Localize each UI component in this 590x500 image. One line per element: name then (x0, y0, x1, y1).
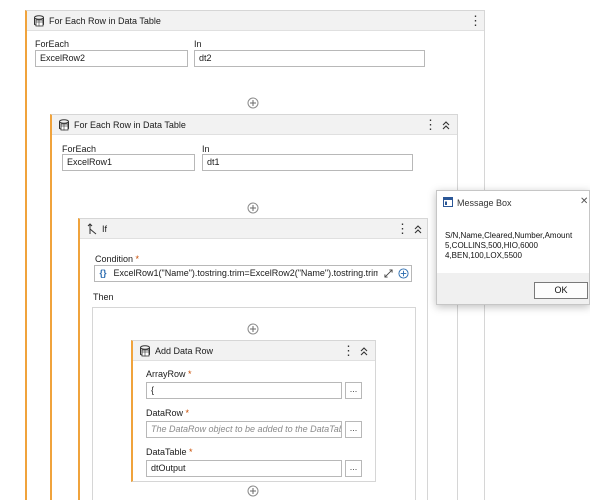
message-line: S/N,Name,Cleared,Number,Amount (445, 231, 573, 240)
add-activity-plus-icon[interactable] (247, 323, 259, 335)
collapse-chevron-icon[interactable] (440, 118, 452, 132)
add-data-row-header[interactable]: Add Data Row ⋮ (133, 341, 375, 361)
message-line: 4,BEN,100,LOX,5500 (445, 251, 522, 260)
outer-in-label: In (194, 39, 202, 49)
message-box-body: S/N,Name,Cleared,Number,Amount 5,COLLINS… (437, 213, 589, 273)
condition-expression-text: ExcelRow1("Name").tostring.trim=ExcelRow… (113, 268, 378, 278)
arrayrow-browse-button[interactable]: ... (345, 382, 362, 399)
outer-foreach-title: For Each Row in Data Table (49, 16, 161, 26)
app-window-icon (443, 197, 453, 207)
collapse-chevron-icon[interactable] (358, 344, 370, 358)
datatable-label: DataTable * (146, 447, 193, 457)
arrayrow-label: ArrayRow * (146, 369, 192, 379)
if-header[interactable]: If ⋮ (80, 219, 427, 239)
message-box-footer: OK (437, 273, 589, 304)
expression-braces-icon: {} (99, 268, 107, 278)
inner-kebab-menu-icon[interactable]: ⋮ (424, 118, 437, 132)
datarow-label: DataRow * (146, 408, 190, 418)
if-title: If (102, 224, 108, 234)
data-table-icon (34, 15, 44, 27)
outer-foreach-header[interactable]: For Each Row in Data Table ⋮ (27, 11, 484, 31)
if-kebab-menu-icon[interactable]: ⋮ (396, 222, 409, 236)
close-icon[interactable]: ✕ (580, 196, 588, 207)
add-data-row-activity[interactable]: Add Data Row ⋮ ArrayRow * { ... DataRow … (131, 340, 376, 482)
add-data-row-kebab-menu-icon[interactable]: ⋮ (342, 344, 355, 358)
inner-foreach-title: For Each Row in Data Table (74, 120, 186, 130)
message-box-dialog[interactable]: Message Box ✕ S/N,Name,Cleared,Number,Am… (436, 190, 590, 305)
inner-foreach-header[interactable]: For Each Row in Data Table ⋮ (52, 115, 457, 135)
outer-foreach-label: ForEach (35, 39, 70, 49)
datarow-browse-button[interactable]: ... (345, 421, 362, 438)
datarow-field[interactable]: The DataRow object to be added to the Da… (146, 421, 342, 438)
outer-in-field[interactable]: dt2 (194, 50, 425, 67)
outer-foreach-field[interactable]: ExcelRow2 (35, 50, 188, 67)
condition-label: Condition * (95, 254, 140, 264)
collapse-chevron-icon[interactable] (412, 222, 424, 236)
message-box-titlebar[interactable]: Message Box ✕ (437, 191, 589, 213)
expand-editor-icon[interactable] (384, 269, 393, 278)
datatable-field[interactable]: dtOutput (146, 460, 342, 477)
then-label: Then (93, 292, 114, 302)
add-argument-plus-icon[interactable] (398, 268, 409, 279)
ok-button[interactable]: OK (534, 282, 588, 299)
message-line: 5,COLLINS,500,HIO,6000 (445, 241, 538, 250)
datatable-browse-button[interactable]: ... (345, 460, 362, 477)
arrayrow-field[interactable]: { (146, 382, 342, 399)
condition-expression-field[interactable]: {} ExcelRow1("Name").tostring.trim=Excel… (94, 265, 412, 282)
inner-foreach-field[interactable]: ExcelRow1 (62, 154, 195, 171)
outer-kebab-menu-icon[interactable]: ⋮ (469, 14, 482, 28)
if-branch-icon (87, 223, 97, 235)
add-activity-plus-icon[interactable] (247, 97, 259, 109)
inner-foreach-label: ForEach (62, 144, 97, 154)
add-data-row-title: Add Data Row (155, 346, 214, 356)
data-table-icon (140, 345, 150, 357)
add-activity-plus-icon[interactable] (247, 202, 259, 214)
inner-in-field[interactable]: dt1 (202, 154, 413, 171)
message-box-title: Message Box (457, 198, 512, 208)
inner-in-label: In (202, 144, 210, 154)
add-activity-plus-icon[interactable] (247, 485, 259, 497)
data-table-icon (59, 119, 69, 131)
